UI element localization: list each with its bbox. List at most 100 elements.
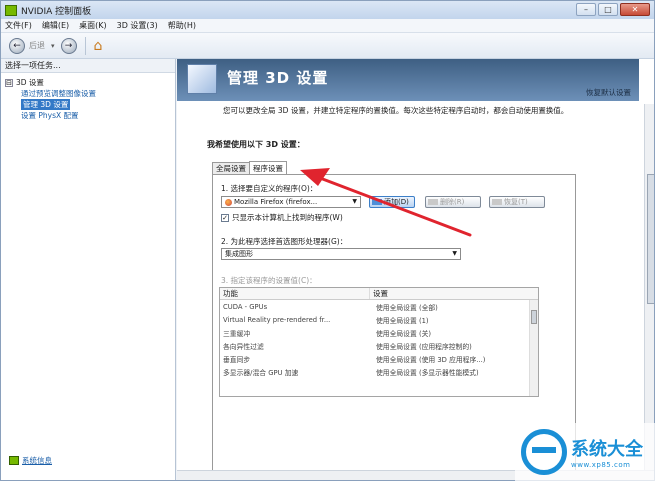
table-row[interactable]: 各向异性过滤 使用全局设置 (应用程序控制的): [220, 339, 538, 352]
step2-label: 2. 为此程序选择首选图形处理器(G)：: [221, 237, 348, 246]
show-local-programs-checkbox[interactable]: ✓ 只显示本计算机上找到的程序(W): [221, 212, 343, 223]
system-info-link[interactable]: 系统信息: [22, 455, 52, 466]
menu-3d-settings[interactable]: 3D 设置(3): [117, 20, 158, 31]
row-setting: 使用全局设置 (使用 3D 应用程序...): [376, 355, 486, 364]
tab-global-settings[interactable]: 全局设置: [212, 162, 250, 174]
grid-scroll-thumb[interactable]: [531, 310, 537, 324]
tree-root-3d-settings[interactable]: ⊟ 3D 设置: [5, 77, 175, 88]
page-title: 管理 3D 设置: [227, 69, 329, 87]
task-tree: ⊟ 3D 设置 通过预览调整图像设置 管理 3D 设置 设置 PhysX 配置: [1, 73, 175, 121]
back-label: 后退: [29, 41, 45, 50]
toolbar-separator: [84, 36, 86, 55]
window-title: NVIDIA 控制面板: [21, 6, 92, 17]
maximize-button[interactable]: □: [598, 3, 618, 16]
add-program-button[interactable]: 添加(D): [369, 196, 415, 208]
watermark-logo-icon: [521, 429, 567, 475]
system-info-area: 系统信息: [9, 455, 52, 466]
collapse-toggle-icon[interactable]: ⊟: [5, 78, 13, 87]
column-header-feature: 功能: [220, 288, 370, 299]
restore-program-button[interactable]: 恢复(T): [489, 196, 545, 208]
home-icon[interactable]: ⌂: [94, 38, 103, 54]
program-settings-grid: 功能 设置 CUDA - GPUs 使用全局设置 (全部) Virtual Re…: [219, 287, 539, 397]
row-setting: 使用全局设置 (关): [376, 329, 432, 338]
menu-desktop[interactable]: 桌面(K): [79, 20, 107, 31]
back-button[interactable]: ←: [9, 37, 25, 54]
history-dropdown[interactable]: ▾: [51, 42, 55, 50]
row-setting: 使用全局设置 (多显示器性能模式): [376, 368, 479, 377]
remove-program-button[interactable]: 删除(R): [425, 196, 481, 208]
add-icon: [372, 199, 382, 205]
sidebar-header: 选择一项任务...: [1, 59, 175, 73]
page-banner: 管理 3D 设置 恢复默认设置: [177, 59, 639, 101]
watermark-url: www.xp85.com: [571, 461, 631, 469]
watermark-title: 系统大全: [571, 439, 643, 460]
menu-edit[interactable]: 编辑(E): [42, 20, 69, 31]
step1-label: 1. 选择要自定义的程序(O)：: [221, 184, 318, 193]
menu-help[interactable]: 帮助(H): [168, 20, 196, 31]
table-row[interactable]: 三重缓冲 使用全局设置 (关): [220, 326, 538, 339]
restore-icon: [492, 199, 502, 205]
gpu-select[interactable]: 集成图形 ▼: [221, 248, 461, 260]
checkbox-label: 只显示本计算机上找到的程序(W): [232, 213, 343, 222]
remove-icon: [428, 199, 438, 205]
sidebar-item-label: 通过预览调整图像设置: [21, 89, 96, 98]
sidebar-item-physx-config[interactable]: 设置 PhysX 配置: [5, 110, 175, 121]
title-bar: NVIDIA 控制面板 – □ ✕: [1, 1, 654, 19]
forward-arrow-icon: →: [64, 40, 73, 51]
chevron-down-icon: ▼: [452, 250, 457, 257]
nvidia-app-icon: [5, 4, 17, 16]
watermark-text: 系统大全 www.xp85.com: [571, 435, 643, 469]
program-select-value: Mozilla Firefox (firefox...: [234, 198, 318, 206]
checkbox-checked-icon[interactable]: ✓: [221, 213, 229, 222]
row-feature: 垂直同步: [223, 355, 251, 364]
step3-label: 3. 指定该程序的设置值(C)：: [221, 276, 317, 285]
row-setting: 使用全局设置 (应用程序控制的): [376, 342, 472, 351]
section-header: 我希望使用以下 3D 设置：: [207, 140, 305, 149]
grid-scrollbar[interactable]: [529, 300, 538, 396]
grid-header: 功能 设置: [220, 288, 538, 300]
nvidia-control-panel-window: NVIDIA 控制面板 – □ ✕ 文件(F) 编辑(E) 桌面(K) 3D 设…: [0, 0, 655, 481]
row-setting: 使用全局设置 (全部): [376, 303, 438, 312]
remove-button-label: 删除(R): [440, 198, 465, 206]
row-feature: Virtual Reality pre-rendered fr...: [223, 315, 331, 324]
chevron-down-icon: ▼: [352, 198, 357, 205]
row-setting: 使用全局设置 (1): [376, 316, 429, 325]
back-arrow-icon: ←: [13, 40, 21, 51]
sidebar-item-adjust-image-preview[interactable]: 通过预览调整图像设置: [5, 88, 175, 99]
table-row[interactable]: 垂直同步 使用全局设置 (使用 3D 应用程序...): [220, 352, 538, 365]
sidebar-item-manage-3d-settings[interactable]: 管理 3D 设置: [5, 99, 175, 110]
main-content: 管理 3D 设置 恢复默认设置 您可以更改全局 3D 设置，并建立特定程序的置换…: [177, 59, 654, 480]
tab-program-settings[interactable]: 程序设置: [249, 161, 287, 174]
row-feature: 各向异性过滤: [223, 342, 264, 351]
row-feature: 多显示器/混合 GPU 加速: [223, 368, 299, 377]
table-row[interactable]: Virtual Reality pre-rendered fr... 使用全局设…: [220, 313, 538, 326]
toolbar: ← 后退 ▾ → ⌂: [1, 33, 654, 59]
3d-settings-icon: [187, 64, 217, 94]
table-row[interactable]: CUDA - GPUs 使用全局设置 (全部): [220, 300, 538, 313]
restore-defaults-link[interactable]: 恢复默认设置: [586, 87, 631, 98]
tree-root-label: 3D 设置: [16, 78, 44, 87]
row-feature: CUDA - GPUs: [223, 302, 268, 311]
column-header-setting: 设置: [373, 289, 388, 298]
window-controls: – □ ✕: [576, 3, 650, 16]
task-sidebar: 选择一项任务... ⊟ 3D 设置 通过预览调整图像设置 管理 3D 设置 设置…: [1, 59, 176, 480]
program-select[interactable]: Mozilla Firefox (firefox... ▼: [221, 196, 361, 208]
gpu-select-value: 集成图形: [225, 250, 253, 258]
table-row[interactable]: 多显示器/混合 GPU 加速 使用全局设置 (多显示器性能模式): [220, 365, 538, 378]
main-scroll-thumb[interactable]: [647, 174, 654, 304]
firefox-icon: [225, 198, 232, 206]
add-button-label: 添加(D): [384, 198, 409, 206]
sidebar-item-label: 管理 3D 设置: [21, 99, 71, 110]
row-feature: 三重缓冲: [223, 329, 251, 338]
restore-button-label: 恢复(T): [504, 198, 528, 206]
page-description: 您可以更改全局 3D 设置，并建立特定程序的置换值。每次这些特定程序启动时，都会…: [223, 106, 569, 115]
close-button[interactable]: ✕: [620, 3, 650, 16]
settings-tabs: 全局设置 程序设置: [212, 161, 287, 174]
menu-file[interactable]: 文件(F): [5, 20, 32, 31]
sidebar-item-label: 设置 PhysX 配置: [21, 111, 79, 120]
minimize-button[interactable]: –: [576, 3, 596, 16]
forward-button[interactable]: →: [60, 37, 77, 54]
system-info-icon: [9, 456, 19, 465]
menu-bar: 文件(F) 编辑(E) 桌面(K) 3D 设置(3) 帮助(H): [1, 19, 654, 33]
site-watermark: 系统大全 www.xp85.com: [515, 423, 655, 481]
